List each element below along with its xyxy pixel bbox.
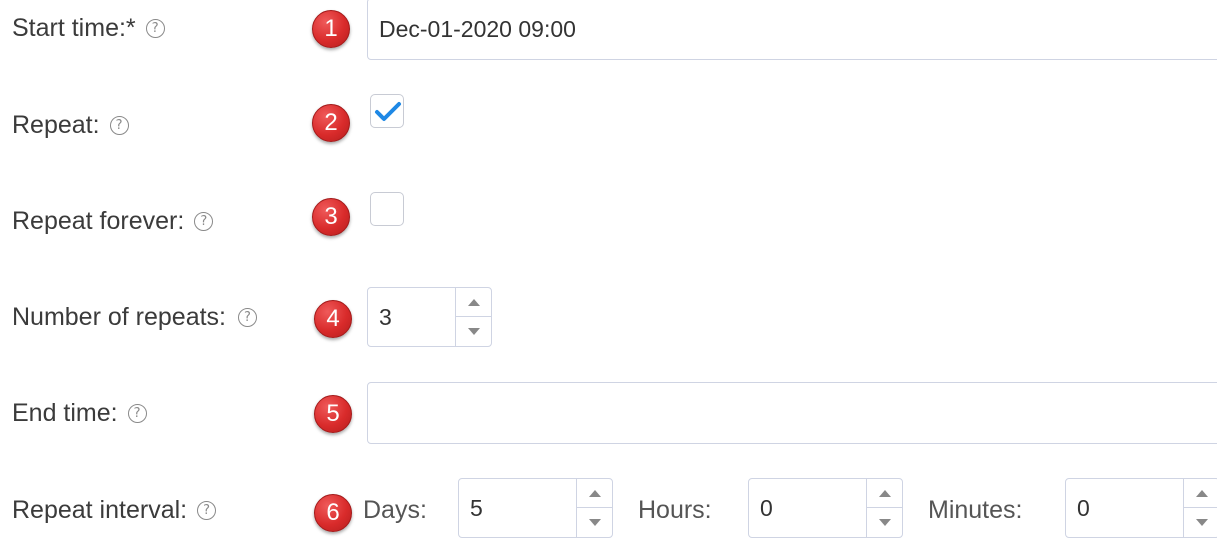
- start-time-label: Start time:*: [12, 14, 136, 42]
- help-icon[interactable]: ?: [197, 501, 217, 520]
- arrow-up-icon: [588, 489, 601, 497]
- minutes-stepper[interactable]: 0: [1065, 478, 1217, 538]
- days-value: 5: [470, 494, 483, 521]
- days-label: Days:: [363, 496, 427, 524]
- repeat-label: Repeat:: [12, 111, 100, 139]
- repeat-checkbox[interactable]: [370, 94, 404, 128]
- hours-label: Hours:: [638, 496, 712, 524]
- minutes-value: 0: [1077, 494, 1090, 521]
- arrow-up-icon: [1195, 489, 1208, 497]
- number-of-repeats-value: 3: [379, 303, 392, 330]
- number-of-repeats-stepper[interactable]: 3: [367, 287, 492, 347]
- repeat-forever-checkbox[interactable]: [370, 192, 404, 226]
- start-time-input[interactable]: Dec-01-2020 09:00: [367, 0, 1217, 60]
- number-of-repeats-label: Number of repeats:: [12, 303, 226, 331]
- step-badge-3: 3: [312, 198, 350, 236]
- decrement-button[interactable]: [1184, 508, 1217, 537]
- help-icon[interactable]: ?: [127, 404, 147, 423]
- end-time-input[interactable]: [367, 382, 1217, 444]
- minutes-label: Minutes:: [928, 496, 1023, 524]
- repeat-interval-label-row: Repeat interval: ?: [12, 496, 217, 525]
- increment-button[interactable]: [577, 479, 612, 508]
- decrement-button[interactable]: [867, 508, 902, 537]
- arrow-down-icon: [878, 519, 891, 526]
- stepper-buttons: [866, 479, 902, 537]
- hours-stepper[interactable]: 0: [748, 478, 903, 538]
- arrow-down-icon: [588, 519, 601, 526]
- stepper-buttons: [1183, 479, 1217, 537]
- days-stepper[interactable]: 5: [458, 478, 613, 538]
- step-badge-4: 4: [314, 300, 352, 338]
- checkmark-icon: [375, 102, 401, 121]
- help-icon[interactable]: ?: [238, 308, 257, 327]
- end-time-label: End time:: [12, 399, 118, 427]
- arrow-down-icon: [1195, 519, 1208, 526]
- repeat-forever-label: Repeat forever:: [12, 207, 185, 235]
- help-icon[interactable]: ?: [145, 19, 165, 38]
- start-time-value: Dec-01-2020 09:00: [379, 15, 576, 42]
- number-of-repeats-label-row: Number of repeats: ?: [12, 303, 257, 332]
- repeat-interval-label: Repeat interval:: [12, 496, 188, 524]
- stepper-buttons: [455, 288, 491, 346]
- arrow-down-icon: [467, 328, 480, 335]
- decrement-button[interactable]: [456, 317, 491, 346]
- step-badge-5: 5: [314, 395, 352, 433]
- arrow-up-icon: [878, 489, 891, 497]
- start-time-label-row: Start time:* ?: [12, 14, 165, 43]
- hours-value: 0: [760, 494, 773, 521]
- step-badge-2: 2: [312, 104, 350, 142]
- repeat-forever-label-row: Repeat forever: ?: [12, 207, 214, 236]
- step-badge-6: 6: [314, 494, 352, 532]
- help-icon[interactable]: ?: [194, 212, 214, 231]
- end-time-label-row: End time: ?: [12, 399, 147, 428]
- increment-button[interactable]: [867, 479, 902, 508]
- step-badge-1: 1: [312, 10, 350, 48]
- stepper-buttons: [576, 479, 612, 537]
- increment-button[interactable]: [456, 288, 491, 317]
- arrow-up-icon: [467, 298, 480, 306]
- help-icon[interactable]: ?: [109, 116, 129, 135]
- decrement-button[interactable]: [577, 508, 612, 537]
- increment-button[interactable]: [1184, 479, 1217, 508]
- repeat-label-row: Repeat: ?: [12, 111, 129, 140]
